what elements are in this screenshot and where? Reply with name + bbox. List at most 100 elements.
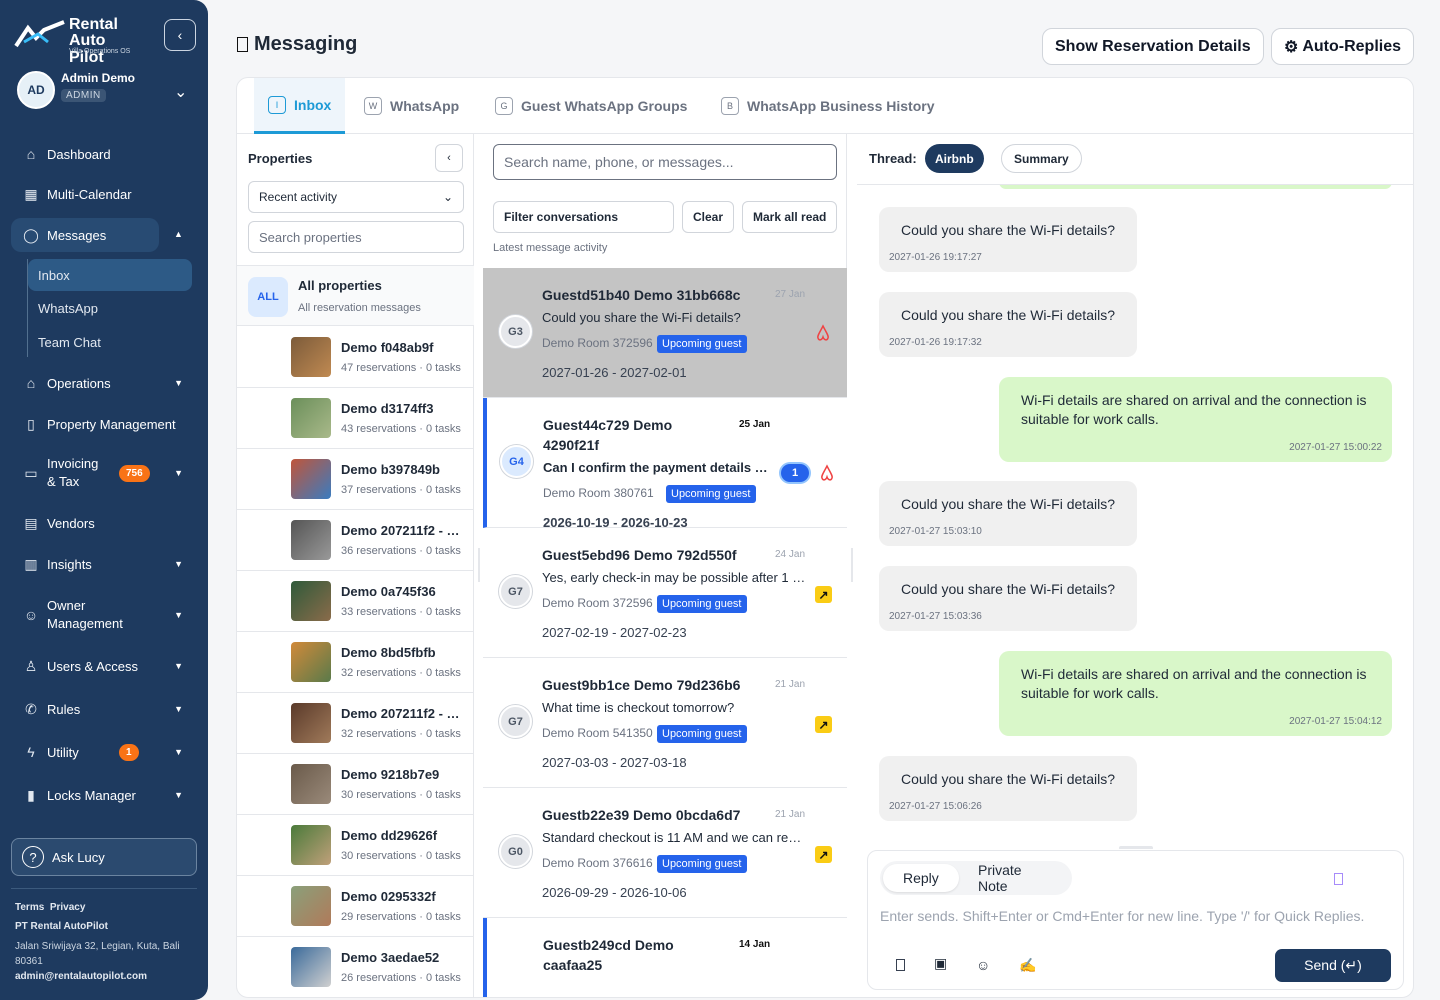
ask-lucy-button[interactable]: ? Ask Lucy xyxy=(11,838,197,876)
resize-handle[interactable] xyxy=(478,548,480,582)
nav-label: Dashboard xyxy=(47,146,111,162)
conversation-item[interactable]: Guest5ebd96 Demo 792d550f 24 Jan G7 Yes, e… xyxy=(483,528,847,658)
conversation-item[interactable]: Guestd51b40 Demo 31bb668c 27 Jan G3 Could … xyxy=(483,268,847,398)
nav-label: Rules xyxy=(47,701,81,717)
chat-thread[interactable]: Could you share the Wi-Fi details? 2027-… xyxy=(857,184,1413,849)
emoji-icon[interactable]: ☺ xyxy=(976,957,990,973)
privacy-link[interactable]: Privacy xyxy=(50,902,86,913)
attach-icon[interactable] xyxy=(896,959,905,971)
tab-key: B xyxy=(721,97,739,115)
nav-label-line2: & Tax xyxy=(47,474,80,489)
property-item[interactable]: Demo dd29626f 30 reservations · 0 tasks xyxy=(237,815,474,876)
incoming-message: Could you share the Wi-Fi details? 2027-… xyxy=(879,292,1137,357)
nav-invoicing[interactable]: ▭ Invoicing & Tax 756 ▼ xyxy=(11,455,197,491)
all-properties-sub: All reservation messages xyxy=(298,302,421,314)
ask-label: Ask Lucy xyxy=(52,849,105,865)
nav-insights[interactable]: ▥ Insights ▼ xyxy=(11,553,197,575)
properties-column: Properties ‹ Recent activity ⌄ Search pro… xyxy=(237,134,474,997)
quick-reply-icon[interactable]: ▣ xyxy=(934,955,947,972)
company-email[interactable]: admin@rentalautopilot.com xyxy=(15,971,147,982)
nav-dashboard[interactable]: ⌂ Dashboard xyxy=(11,143,197,165)
incoming-message: Could you share the Wi-Fi details? 2027-… xyxy=(879,481,1137,546)
sidebar: Rental Auto Pilot Villa Operations OS ‹ … xyxy=(0,0,208,1000)
signature-icon[interactable]: ✍ xyxy=(1019,957,1036,974)
property-item[interactable]: Demo 9218b7e9 30 reservations · 0 tasks xyxy=(237,754,474,815)
caret-down-icon: ▼ xyxy=(174,661,183,671)
tab-key: I xyxy=(268,95,286,114)
conversation-date: 24 Jan xyxy=(775,549,806,560)
tab-whatsapp[interactable]: W WhatsApp xyxy=(364,78,459,134)
nav-messages[interactable]: ◯ Messages xyxy=(11,218,159,252)
auto-replies-button[interactable]: ⚙ Auto-Replies xyxy=(1271,28,1415,65)
property-name: Demo d3174ff3 xyxy=(341,401,434,416)
template-icon[interactable] xyxy=(1334,873,1343,885)
nav-inbox[interactable]: Inbox xyxy=(28,259,192,291)
messaging-panel: I Inbox W WhatsApp G Guest WhatsApp Groups … xyxy=(236,77,1414,998)
thread-summary-pill[interactable]: Summary xyxy=(1001,144,1082,173)
tab-whatsapp-business-history[interactable]: B WhatsApp Business History xyxy=(721,78,934,134)
property-item[interactable]: Demo b397849b 37 reservations · 0 tasks xyxy=(237,449,474,510)
tab-inbox[interactable]: I Inbox xyxy=(254,78,346,134)
incoming-message: Could you share the Wi-Fi details? 2027-… xyxy=(879,756,1137,821)
nav-rules[interactable]: ✆ Rules ▼ xyxy=(11,698,197,720)
nav-whatsapp[interactable]: WhatsApp xyxy=(28,301,192,316)
bar-chart-icon: ▥ xyxy=(24,555,38,572)
sort-value: Recent activity xyxy=(259,190,338,204)
send-button[interactable]: Send (↵) xyxy=(1275,949,1391,982)
nav-utility[interactable]: ϟ Utility 1 ▼ xyxy=(11,741,197,763)
collapse-properties-button[interactable]: ‹ xyxy=(435,144,463,172)
resize-handle[interactable] xyxy=(851,548,853,582)
property-item[interactable]: Demo 207211f2 - Villa 32 reservations · … xyxy=(237,693,474,754)
caret-down-icon: ▼ xyxy=(174,610,183,620)
nav-label: Owner Management xyxy=(47,597,123,633)
brand-logo[interactable]: Rental Auto Pilot Villa Operations OS xyxy=(14,16,144,66)
property-item[interactable]: Demo 207211f2 - Villa 36 reservations · … xyxy=(237,510,474,571)
nav-label: Operations xyxy=(47,375,111,391)
search-conversations-input[interactable]: Search name, phone, or messages... xyxy=(493,144,837,180)
nav-team-chat[interactable]: Team Chat xyxy=(28,335,192,350)
message-timestamp: 2027-01-27 15:04:12 xyxy=(1289,716,1382,727)
show-reservation-details-button[interactable]: Show Reservation Details xyxy=(1042,28,1264,65)
property-item[interactable]: Demo 3aedae52 26 reservations · 0 tasks xyxy=(237,937,474,997)
property-thumbnail xyxy=(291,337,331,377)
clear-button[interactable]: Clear xyxy=(682,201,735,233)
property-item[interactable]: Demo 0a745f36 33 reservations · 0 tasks xyxy=(237,571,474,632)
property-item[interactable]: Demo 8bd5fbfb 32 reservations · 0 tasks xyxy=(237,632,474,693)
nav-owner-management[interactable]: ☺ Owner Management ▼ xyxy=(11,597,197,633)
property-item[interactable]: Demo 0295332f 29 reservations · 0 tasks xyxy=(237,876,474,937)
conversation-item[interactable]: Guest9bb1ce Demo 79d236b6 21 Jan G7 What t… xyxy=(483,658,847,788)
chevron-down-icon[interactable]: ⌄ xyxy=(174,82,187,102)
thread-airbnb-pill[interactable]: Airbnb xyxy=(925,144,984,173)
nav-label: Invoicing & Tax xyxy=(47,455,98,491)
avatar[interactable]: AD xyxy=(17,71,55,109)
terms-link[interactable]: Terms xyxy=(15,902,44,913)
property-item[interactable]: Demo d3174ff3 43 reservations · 0 tasks xyxy=(237,388,474,449)
nav-vendors[interactable]: ▤ Vendors xyxy=(11,512,197,534)
all-properties-item[interactable]: ALL All properties All reservation messa… xyxy=(237,265,474,326)
reply-tab[interactable]: Reply xyxy=(883,864,959,892)
conversation-item[interactable]: Guest44c729 Demo 4290f21f 25 Jan G4 Can I … xyxy=(483,398,847,530)
property-item[interactable]: Demo f048ab9f 47 reservations · 0 tasks xyxy=(237,327,474,388)
nav-locks-manager[interactable]: ▮ Locks Manager ▼ xyxy=(11,784,197,806)
nav-multi-calendar[interactable]: ▦ Multi-Calendar xyxy=(11,183,197,205)
message-timestamp: 2027-01-27 15:06:26 xyxy=(889,801,982,812)
tab-key: W xyxy=(364,97,382,115)
properties-sort-select[interactable]: Recent activity ⌄ xyxy=(248,181,464,213)
message-text: Could you share the Wi-Fi details? xyxy=(901,307,1115,323)
tab-guest-whatsapp-groups[interactable]: G Guest WhatsApp Groups xyxy=(495,78,687,134)
user-name: Admin Demo xyxy=(61,71,136,85)
nav-property-management[interactable]: ▯ Property Management xyxy=(11,413,197,435)
filter-conversations-button[interactable]: Filter conversations xyxy=(493,201,674,233)
gear-icon: ⚙ xyxy=(1284,38,1299,56)
message-text: Could you share the Wi-Fi details? xyxy=(901,771,1115,787)
message-input[interactable]: Enter sends. Shift+Enter or Cmd+Enter fo… xyxy=(880,908,1364,924)
nav-operations[interactable]: ⌂ Operations ▼ xyxy=(11,372,197,394)
conversation-item[interactable]: Guestb22e39 Demo 0bcda6d7 21 Jan G0 Standa… xyxy=(483,788,847,918)
sidebar-collapse-button[interactable]: ‹ xyxy=(164,19,196,51)
private-note-tab[interactable]: Private Note xyxy=(958,862,1072,894)
nav-users-access[interactable]: ♙ Users & Access ▼ xyxy=(11,655,197,677)
chevron-up-icon[interactable]: ▲ xyxy=(174,229,183,239)
mark-all-read-button[interactable]: Mark all read xyxy=(742,201,838,233)
search-properties-input[interactable]: Search properties xyxy=(248,221,464,253)
conversation-item[interactable]: Guestb249cd Demo caafaa25 14 Jan xyxy=(483,918,847,997)
